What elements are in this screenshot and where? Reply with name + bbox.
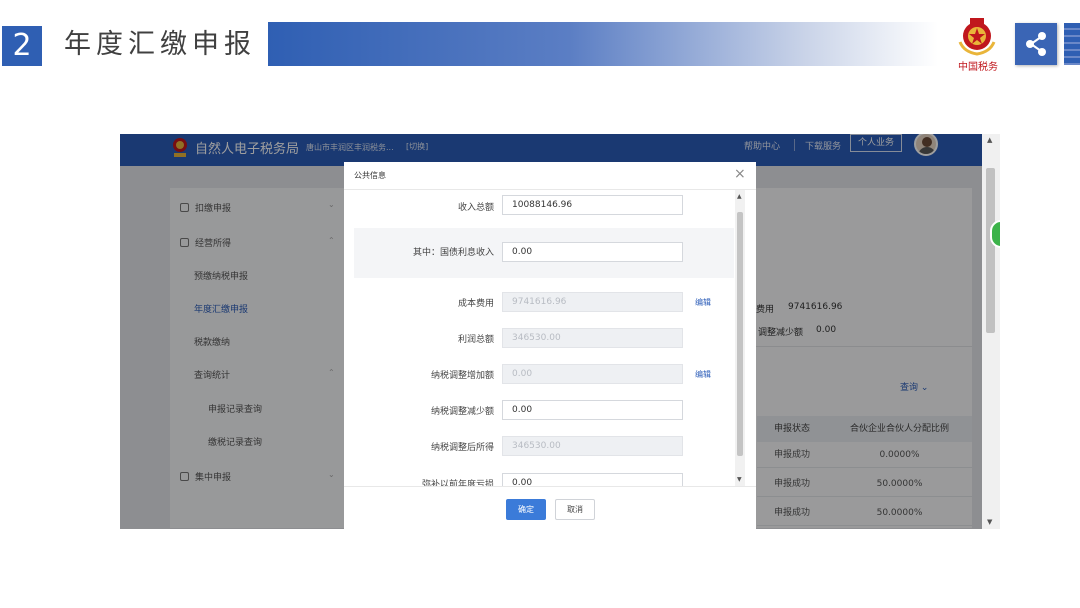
- adjusted-income-input: [502, 436, 683, 456]
- edge-decoration: [1064, 23, 1080, 65]
- scroll-up-icon[interactable]: ▲: [737, 193, 742, 200]
- adjust-decrease-input[interactable]: [502, 400, 683, 420]
- page-scrollbar[interactable]: ▲ ▼: [982, 134, 1000, 529]
- tax-app-screenshot: 自然人电子税务局 唐山市丰润区丰润税务... [切换] 帮助中心 下载服务 个人…: [120, 134, 1000, 529]
- bond-interest-input[interactable]: [502, 242, 683, 262]
- field-label-bond-interest: 其中：国债利息收入: [412, 248, 494, 258]
- edit-cost-link[interactable]: 编辑: [695, 297, 711, 308]
- dialog-header: 公共信息 ×: [344, 162, 756, 190]
- floating-help-badge[interactable]: [990, 220, 1000, 248]
- scroll-down-icon[interactable]: ▼: [987, 518, 992, 526]
- cancel-button[interactable]: 取消: [555, 499, 595, 520]
- dialog-footer: 确定 取消: [344, 486, 756, 529]
- scroll-up-icon[interactable]: ▲: [987, 136, 992, 144]
- prior-loss-input[interactable]: [502, 473, 683, 486]
- field-label-loss: 弥补以前年度亏损: [421, 480, 494, 486]
- slide-title: 年度汇缴申报: [64, 29, 256, 60]
- dialog-title: 公共信息: [354, 171, 386, 180]
- field-label-cost: 成本费用: [457, 299, 494, 309]
- income-total-input[interactable]: [502, 195, 683, 215]
- share-icon: [1026, 32, 1046, 56]
- adjust-increase-input: [502, 364, 683, 384]
- slide: 2 年度汇缴申报 中国税务 自然人电子税务局 唐山市丰润区丰润税务... [切换…: [0, 0, 1080, 608]
- field-label-decrease: 纳税调整减少额: [430, 407, 494, 417]
- close-icon[interactable]: ×: [734, 166, 746, 182]
- field-label-adjusted: 纳税调整后所得: [430, 443, 494, 453]
- dialog-body: 收入总额 其中：国债利息收入 成本费用 编辑 利润总额 纳税调整增加额 编辑 纳…: [344, 190, 756, 486]
- field-label-income: 收入总额: [457, 203, 494, 213]
- page-scroll-thumb[interactable]: [986, 168, 995, 333]
- section-number: 2: [2, 26, 42, 66]
- public-info-dialog: 公共信息 × 收入总额 其中：国债利息收入 成本费用 编辑 利润总额 纳税调整增…: [344, 162, 756, 529]
- scroll-down-icon[interactable]: ▼: [737, 476, 742, 483]
- edit-increase-link[interactable]: 编辑: [695, 369, 711, 380]
- field-label-increase: 纳税调整增加额: [430, 371, 494, 381]
- title-gradient-bar: [268, 22, 938, 66]
- field-label-profit: 利润总额: [457, 335, 494, 345]
- profit-input: [502, 328, 683, 348]
- cost-input: [502, 292, 683, 312]
- confirm-button[interactable]: 确定: [506, 499, 546, 520]
- emblem-text: 中国税务: [958, 62, 998, 73]
- share-button[interactable]: [1015, 23, 1057, 65]
- dialog-scroll-thumb[interactable]: [737, 212, 743, 456]
- dialog-scrollbar[interactable]: ▲ ▼: [735, 190, 745, 486]
